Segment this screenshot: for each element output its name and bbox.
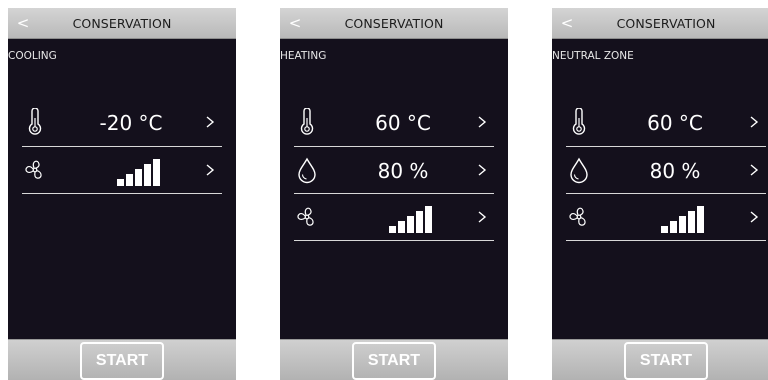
fan-icon [297,207,314,226]
temperature-value: 60 °C [375,111,431,135]
humidity-value: 80 % [377,159,429,183]
fan-row[interactable] [22,147,222,194]
fan-speed-bars [389,205,439,233]
fan-bar [688,211,695,233]
humidity-value: 80 % [649,159,701,183]
thermometer-icon [28,108,42,135]
thermometer-icon [300,108,314,135]
footer-bar: START [280,339,508,380]
fan-row[interactable] [294,194,494,241]
fan-bar [389,226,396,233]
mode-label: NEUTRAL ZONE [552,50,634,62]
chevron-right-icon [478,211,487,223]
page-title: CONSERVATION [344,16,444,31]
start-button[interactable]: START [352,342,436,380]
humidity-drop-icon [298,157,316,184]
header-bar: < CONSERVATION [280,8,508,39]
header-bar: < CONSERVATION [8,8,236,39]
fan-icon [25,160,42,179]
fan-bar [135,169,142,186]
temperature-value: -20 °C [99,111,163,135]
fan-bar [416,211,423,233]
thermometer-icon [572,108,586,135]
chevron-right-icon [478,116,487,128]
mode-label: COOLING [8,50,57,62]
chevron-right-icon [206,116,215,128]
screen-cooling: < CONSERVATION COOLING -20 °C START [8,8,236,380]
temperature-row[interactable]: 60 °C [294,99,494,146]
fan-bar [407,216,414,233]
divider [22,193,222,194]
chevron-right-icon [750,116,759,128]
fan-bar [679,216,686,233]
fan-bar [153,159,160,186]
fan-bar [697,206,704,233]
page-title: CONSERVATION [616,16,716,31]
temperature-row[interactable]: 60 °C [566,99,766,146]
fan-bar [425,206,432,233]
chevron-right-icon [206,164,215,176]
divider [294,240,494,241]
fan-row[interactable] [566,194,766,241]
fan-bar [661,226,668,233]
fan-speed-bars [661,205,711,233]
humidity-row[interactable]: 80 % [566,147,766,194]
fan-bar [117,179,124,186]
temperature-value: 60 °C [647,111,703,135]
fan-speed-bars [117,158,167,186]
fan-bar [126,174,133,186]
page-title: CONSERVATION [72,16,172,31]
humidity-row[interactable]: 80 % [294,147,494,194]
temperature-row[interactable]: -20 °C [22,99,222,146]
humidity-drop-icon [570,157,588,184]
fan-icon [569,207,586,226]
header-bar: < CONSERVATION [552,8,768,39]
footer-bar: START [8,339,236,380]
chevron-right-icon [750,211,759,223]
screen-neutral-zone: < CONSERVATION NEUTRAL ZONE 60 °C 80 % S… [552,8,768,380]
fan-bar [398,221,405,233]
mode-label: HEATING [280,50,327,62]
footer-bar: START [552,339,768,380]
start-button[interactable]: START [624,342,708,380]
fan-bar [670,221,677,233]
divider [566,240,766,241]
chevron-right-icon [478,164,487,176]
screen-heating: < CONSERVATION HEATING 60 °C 80 % START [280,8,508,380]
fan-bar [144,164,151,186]
chevron-right-icon [750,164,759,176]
start-button[interactable]: START [80,342,164,380]
